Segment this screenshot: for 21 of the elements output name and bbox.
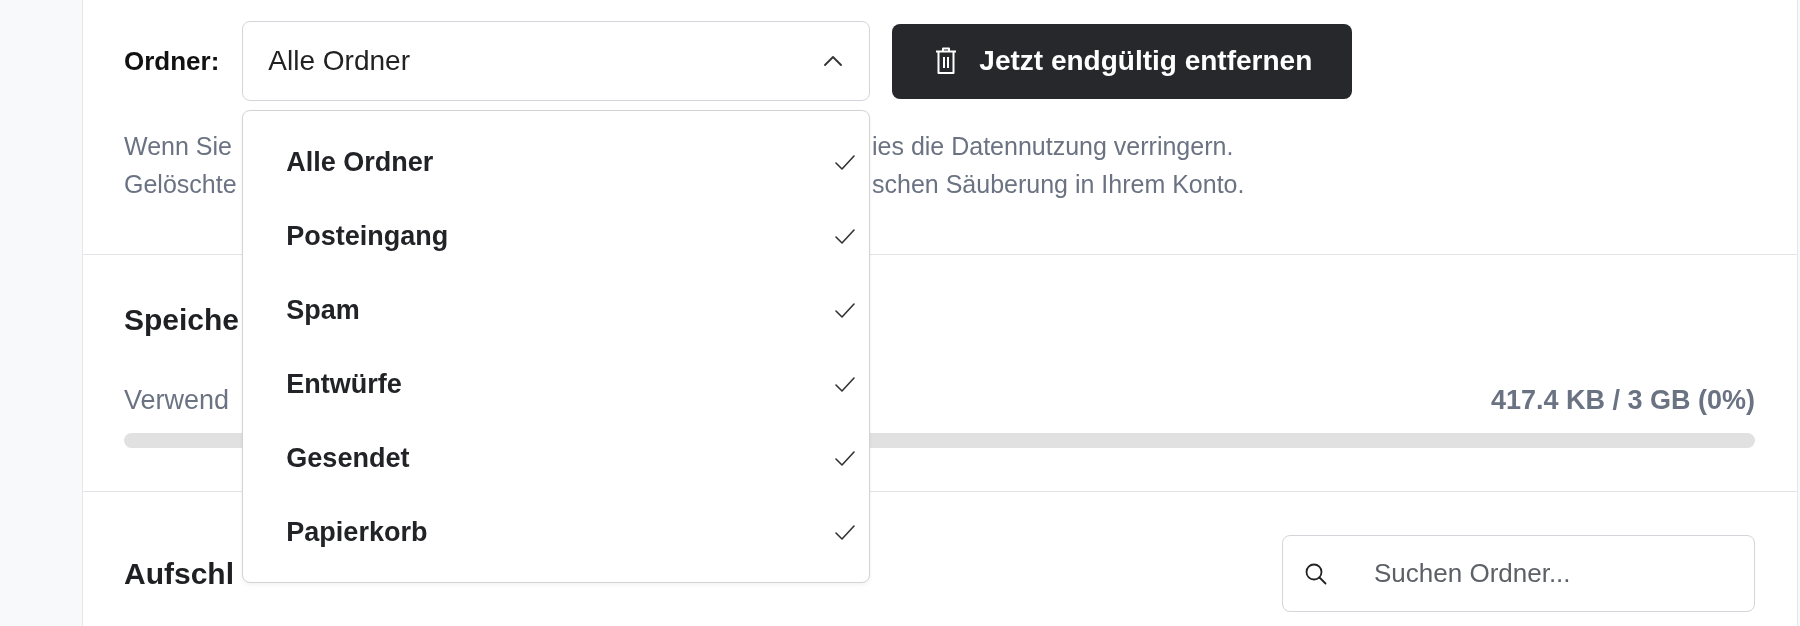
trash-icon [935,47,958,75]
dropdown-option[interactable]: Gesendet [243,421,870,495]
section-heading: Aufschl [124,555,234,592]
description-text: Wenn Sie [124,131,232,162]
search-icon [1305,563,1327,585]
usage-label: Verwend [124,384,230,417]
description-text: ies die Datennutzung verringern. [872,131,1234,162]
search-field[interactable]: Suchen Ordner... [1282,535,1755,612]
dropdown-option[interactable]: Papierkorb [243,495,870,569]
delete-button[interactable]: Jetzt endgültig entfernen [892,23,1353,99]
chevron-up-icon [824,56,843,66]
section-heading: Speiche [124,302,240,338]
dropdown-option[interactable]: Spam [243,273,870,347]
dropdown-option[interactable]: Posteingang [243,199,870,273]
folder-label: Ordner: [124,45,220,77]
folder-select[interactable]: Alle Ordner [242,21,871,101]
dropdown-option[interactable]: Entwürfe [243,347,870,421]
description-text: schen Säuberung in Ihrem Konto. [872,169,1245,200]
dropdown-option[interactable]: Alle Ordner [243,125,870,199]
usage-value: 417.4 KB / 3 GB (0%) [1490,384,1755,417]
description-text: Gelöschte [124,169,237,200]
